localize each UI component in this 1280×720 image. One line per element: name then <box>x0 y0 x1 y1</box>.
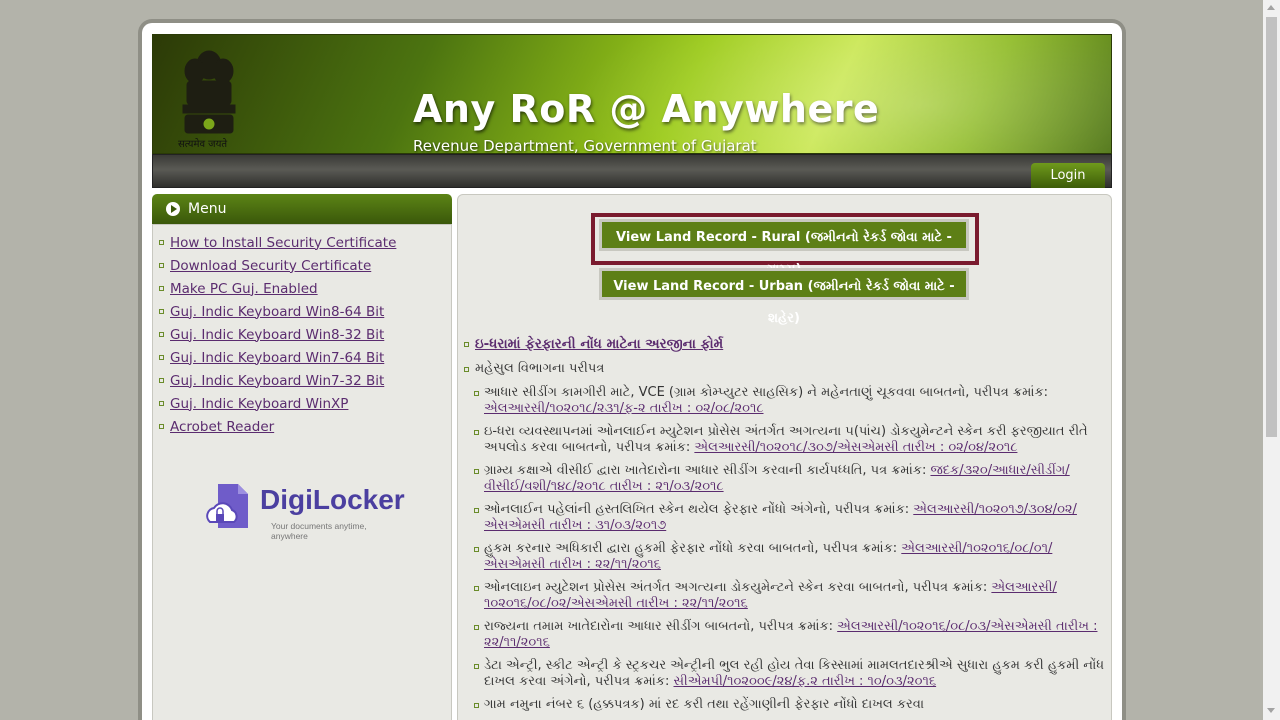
bullet-icon <box>159 424 164 429</box>
circular-item: ઓનલાઇન મ્યુટેશન પ્રોસેસ અંતર્ગત અગત્યના … <box>462 580 1107 612</box>
site-banner: Any RoR @ Anywhere Revenue Department, G… <box>152 34 1112 154</box>
menu-link-download-certificate[interactable]: Download Security Certificate <box>170 258 371 274</box>
circular-text: ગામ નમુના નંબર ૬ (હક્કપત્રક) માં રદ કરી … <box>484 697 925 712</box>
bullet-icon <box>159 286 164 291</box>
circular-item: ગામ નમુના નંબર ૬ (હક્કપત્રક) માં રદ કરી … <box>462 697 1107 713</box>
digilocker-tagline: Your documents anytime, anywhere <box>271 521 367 541</box>
circular-text: હુકમ કરનાર અધિકારી દ્વારા હુકમી ફેરફાર ન… <box>484 541 902 556</box>
digilocker-icon <box>206 484 248 528</box>
bullet-icon <box>159 309 164 314</box>
circular-text: ગ્રામ્ય કક્ષાએ વીસીઈ દ્વારા ખાતેદારોના આ… <box>484 463 931 478</box>
menu-link-win7-64[interactable]: Guj. Indic Keyboard Win7-64 Bit <box>170 350 384 366</box>
bullet-icon <box>159 355 164 360</box>
circular-link[interactable]: એલઆરસી/૧૦૨૦૧૮/૨૩૧/ફ-૨ તારીખ : ૦૨/૦૮/૨૦૧૮ <box>484 401 764 416</box>
bullet-icon <box>159 332 164 337</box>
site-title: Any RoR @ Anywhere <box>413 87 880 131</box>
menu-link-win8-64[interactable]: Guj. Indic Keyboard Win8-64 Bit <box>170 304 384 320</box>
menu-link-winxp[interactable]: Guj. Indic Keyboard WinXP <box>170 396 348 412</box>
circular-item: ગ્રામ્ય કક્ષાએ વીસીઈ દ્વારા ખાતેદારોના આ… <box>462 463 1107 495</box>
bullet-icon <box>474 508 479 513</box>
menu-item: How to Install Security Certificate <box>159 231 396 254</box>
circular-text: આધાર સીડીંગ કામગીરી માટે, VCE (ગ્રામ કોમ… <box>484 385 1049 400</box>
view-land-record-rural-button[interactable]: View Land Record - Rural (જમીનનો રેકર્ડ … <box>599 219 969 277</box>
top-navbar <box>152 154 1112 188</box>
bullet-icon <box>474 430 479 435</box>
circular-link[interactable]: સીએમપી/૧૦૨૦૦૯/૨૪/ફ.૨ તારીખ : ૧૦/૦૩/૨૦૧૬ <box>674 674 937 689</box>
menu-list: How to Install Security Certificate Down… <box>159 231 396 438</box>
menu-title: Menu <box>188 201 227 217</box>
bullet-icon <box>474 469 479 474</box>
menu-item: Guj. Indic Keyboard WinXP <box>159 392 396 415</box>
circular-item: ડેટા એન્ટ્રી, સ્કીટ એન્ટ્રી કે સ્ટ્રકચર … <box>462 658 1107 690</box>
scroll-up-arrow-icon[interactable] <box>1267 5 1275 10</box>
bullet-icon <box>474 703 479 708</box>
menu-item: Guj. Indic Keyboard Win7-64 Bit <box>159 346 396 369</box>
menu-arrow-icon <box>166 202 180 216</box>
scroll-down-arrow-icon[interactable] <box>1267 708 1275 713</box>
menu-item: Guj. Indic Keyboard Win8-64 Bit <box>159 300 396 323</box>
digilocker-link[interactable]: DigiLocker Your documents anytime, anywh… <box>204 482 405 541</box>
bullet-icon <box>159 378 164 383</box>
menu-header: Menu <box>152 194 452 224</box>
circular-item: ઓનલાઈન પહેલાંની હસ્તલિખિત સ્કેન થયેલ ફેર… <box>462 502 1107 534</box>
bullet-icon <box>159 240 164 245</box>
national-emblem-icon <box>182 50 236 134</box>
circular-item: ઇ-ધરા વ્યવસ્થાપનમાં ઓનલાઈન મ્યુટેશન પ્રો… <box>462 424 1107 456</box>
menu-link-win8-32[interactable]: Guj. Indic Keyboard Win8-32 Bit <box>170 327 384 343</box>
application-form-link[interactable]: ઇ-ધરામાં ફેરફારની નોંધ માટેના અરજીના ફોર… <box>475 336 723 352</box>
menu-link-install-certificate[interactable]: How to Install Security Certificate <box>170 235 396 251</box>
menu-link-acrobat[interactable]: Acrobet Reader <box>170 419 274 435</box>
circular-item: હુકમ કરનાર અધિકારી દ્વારા હુકમી ફેરફાર ન… <box>462 541 1107 573</box>
site-subtitle: Revenue Department, Government of Gujara… <box>413 137 757 154</box>
menu-item: Acrobet Reader <box>159 415 396 438</box>
view-land-record-urban-button[interactable]: View Land Record - Urban (જમીનનો રેકર્ડ … <box>599 268 969 326</box>
menu-item: Download Security Certificate <box>159 254 396 277</box>
scrollbar-thumb[interactable] <box>1266 17 1277 437</box>
bullet-icon <box>159 263 164 268</box>
menu-link-make-pc-guj[interactable]: Make PC Guj. Enabled <box>170 281 318 297</box>
emblem-motto: सत्यमेव जयते <box>178 139 228 150</box>
menu-item: Guj. Indic Keyboard Win7-32 Bit <box>159 369 396 392</box>
vertical-scrollbar[interactable] <box>1263 0 1280 720</box>
bullet-icon <box>159 401 164 406</box>
bullet-icon <box>464 367 469 372</box>
menu-item: Guj. Indic Keyboard Win8-32 Bit <box>159 323 396 346</box>
login-button[interactable]: Login <box>1031 163 1105 188</box>
bullet-icon <box>474 586 479 591</box>
circular-text: ઓનલાઇન મ્યુટેશન પ્રોસેસ અંતર્ગત અગત્યના … <box>484 580 992 595</box>
bullet-icon <box>464 342 469 347</box>
circular-item: રાજ્યના તમામ ખાતેદારોના આધાર સીડીંગ બાબત… <box>462 619 1107 651</box>
circulars-title: મહેસુલ વિભાગના પરીપત્ર <box>475 361 605 376</box>
digilocker-name: DigiLocker <box>260 484 405 515</box>
circular-text: રાજ્યના તમામ ખાતેદારોના આધાર સીડીંગ બાબત… <box>484 619 838 634</box>
application-form-item: ઇ-ધરામાં ફેરફારની નોંધ માટેના અરજીના ફોર… <box>462 336 1107 353</box>
circular-link[interactable]: એલઆરસી/૧૦૨૦૧૮/૩૦૭/એસએમસી તારીખ : ૦૨/૦૪/૨… <box>694 440 1017 455</box>
notices-list: ઇ-ધરામાં ફેરફારની નોંધ માટેના અરજીના ફોર… <box>462 336 1107 720</box>
bullet-icon <box>474 664 479 669</box>
menu-link-win7-32[interactable]: Guj. Indic Keyboard Win7-32 Bit <box>170 373 384 389</box>
circular-text: ઓનલાઈન પહેલાંની હસ્તલિખિત સ્કેન થયેલ ફેર… <box>484 502 914 517</box>
menu-item: Make PC Guj. Enabled <box>159 277 396 300</box>
menu-panel: How to Install Security Certificate Down… <box>152 224 452 720</box>
circulars-section: મહેસુલ વિભાગના પરીપત્ર <box>462 361 1107 377</box>
bullet-icon <box>474 547 479 552</box>
circular-item: આધાર સીડીંગ કામગીરી માટે, VCE (ગ્રામ કોમ… <box>462 385 1107 417</box>
bullet-icon <box>474 391 479 396</box>
bullet-icon <box>474 625 479 630</box>
